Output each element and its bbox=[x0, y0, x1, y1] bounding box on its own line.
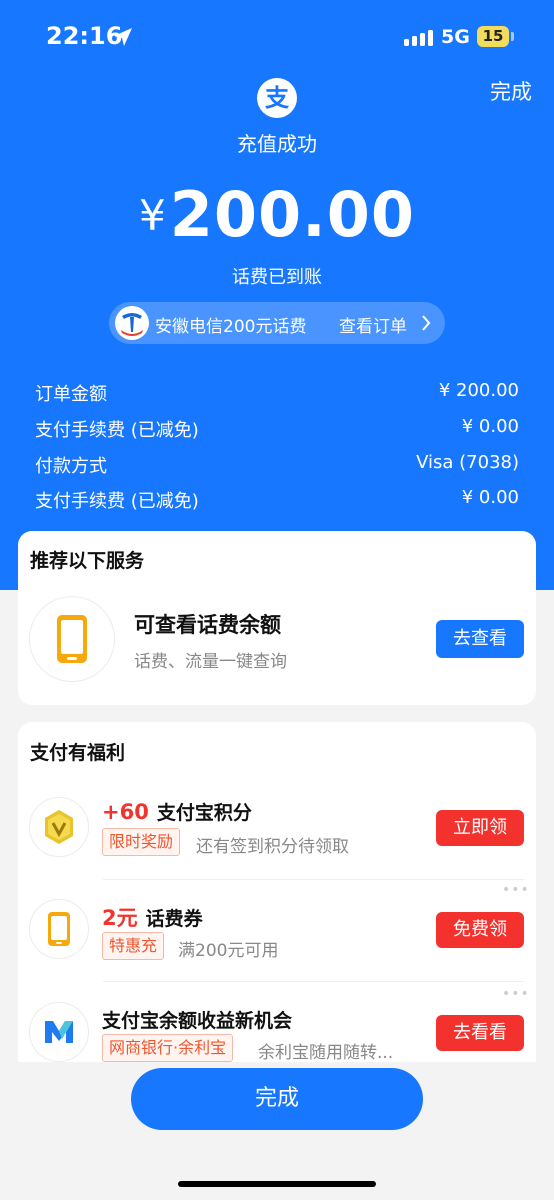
arrival-status: 话费已到账 bbox=[232, 267, 322, 288]
recommend-item-desc: 话费、流量一键查询 bbox=[134, 652, 287, 672]
benefit-3-tag: 网商银行·余利宝 bbox=[102, 1034, 234, 1062]
detail-label: 订单金额 bbox=[35, 384, 107, 405]
benefits-title: 支付有福利 bbox=[30, 742, 126, 764]
benefit-3-title: 支付宝余额收益新机会 bbox=[102, 1006, 292, 1033]
free-claim-button[interactable]: 免费领 bbox=[436, 912, 524, 948]
check-balance-button[interactable]: 去查看 bbox=[436, 620, 524, 658]
order-description: 安徽电信200元话费 bbox=[155, 317, 307, 337]
recommend-item-title: 可查看话费余额 bbox=[134, 613, 281, 637]
benefit-3-desc: 余利宝随用随转... bbox=[258, 1043, 394, 1063]
more-options-icon[interactable]: ••• bbox=[502, 882, 530, 898]
benefit-2-desc: 满200元可用 bbox=[178, 941, 279, 961]
go-see-button[interactable]: 去看看 bbox=[436, 1015, 524, 1051]
detail-label: 付款方式 bbox=[35, 456, 107, 477]
cellular-signal-icon bbox=[404, 30, 433, 46]
benefit-1-desc: 还有签到积分待领取 bbox=[196, 837, 349, 857]
done-button[interactable]: 完成 bbox=[131, 1068, 423, 1130]
row-divider bbox=[103, 981, 524, 982]
detail-value: ¥ 0.00 bbox=[461, 416, 519, 437]
benefit-2-tag: 特惠充 bbox=[102, 932, 165, 960]
detail-label: 支付手续费 (已减免) bbox=[35, 420, 199, 441]
paid-amount: ¥200.00 bbox=[0, 178, 554, 251]
battery-icon: 15 bbox=[477, 26, 509, 47]
detail-label: 支付手续费 (已减免) bbox=[35, 491, 199, 512]
header-done-button[interactable]: 完成 bbox=[490, 76, 532, 106]
home-indicator bbox=[178, 1181, 376, 1187]
status-bar: 22:16 5G 15 bbox=[0, 0, 554, 70]
row-divider bbox=[103, 879, 524, 880]
benefit-1-highlight: +60 bbox=[102, 800, 149, 824]
phone-icon bbox=[29, 596, 115, 682]
china-telecom-logo-icon bbox=[115, 306, 149, 340]
success-title: 充值成功 bbox=[237, 132, 317, 156]
benefit-2-highlight: 2元 bbox=[102, 906, 138, 930]
currency-symbol: ¥ bbox=[139, 191, 166, 240]
network-type: 5G bbox=[441, 26, 470, 48]
status-time: 22:16 bbox=[46, 22, 123, 50]
alipay-logo-icon: 支 bbox=[257, 78, 297, 118]
benefit-2-title: 2元 话费券 bbox=[102, 902, 203, 932]
location-arrow-icon bbox=[114, 28, 132, 46]
view-order-link[interactable]: 查看订单 bbox=[339, 312, 407, 337]
benefits-card: 支付有福利 +60 支付宝积分 限时奖励 还有签到积分待领取 立即领 ••• 2元… bbox=[18, 722, 536, 1063]
points-medal-icon bbox=[29, 797, 89, 857]
recommend-card: 推荐以下服务 可查看话费余额 话费、流量一键查询 去查看 bbox=[18, 531, 536, 705]
recommend-title: 推荐以下服务 bbox=[30, 550, 145, 572]
more-options-icon[interactable]: ••• bbox=[502, 986, 530, 1002]
amount-value: 200.00 bbox=[169, 178, 415, 251]
benefit-1-title: +60 支付宝积分 bbox=[102, 798, 252, 825]
view-order-pill[interactable]: 安徽电信200元话费 查看订单 bbox=[109, 302, 445, 344]
phone-coupon-icon bbox=[29, 899, 89, 959]
detail-value: ¥ 0.00 bbox=[461, 487, 519, 508]
chevron-right-icon bbox=[422, 315, 431, 331]
detail-value: ¥ 200.00 bbox=[438, 380, 519, 401]
yulibao-logo-icon bbox=[29, 1002, 89, 1062]
claim-now-button[interactable]: 立即领 bbox=[436, 810, 524, 846]
benefit-2-name: 话费券 bbox=[145, 908, 203, 930]
detail-value: Visa (7038) bbox=[416, 452, 519, 473]
benefit-3-name: 支付宝余额收益新机会 bbox=[102, 1010, 293, 1032]
benefit-1-name: 支付宝积分 bbox=[156, 802, 252, 824]
battery-tip bbox=[511, 32, 514, 41]
benefit-1-tag: 限时奖励 bbox=[102, 828, 181, 856]
